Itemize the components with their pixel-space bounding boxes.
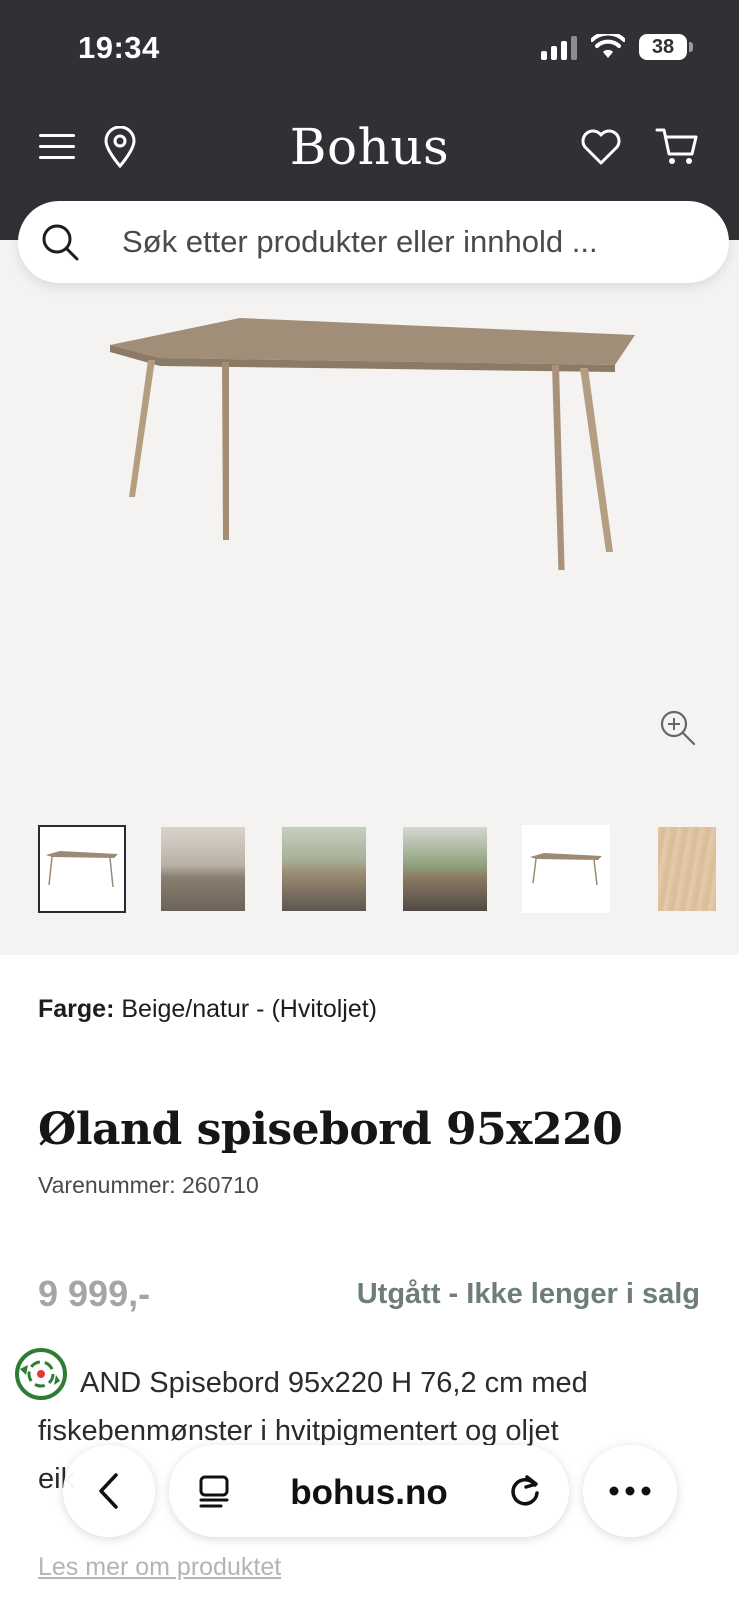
product-sku: Varenummer: 260710 <box>38 1172 259 1199</box>
thumbnail[interactable] <box>522 825 610 913</box>
more-dots-icon <box>609 1486 651 1496</box>
wifi-icon <box>591 34 625 58</box>
brand-logo[interactable]: Bohus <box>0 118 739 176</box>
thumbnail[interactable] <box>401 825 489 913</box>
product-gallery <box>0 240 739 955</box>
read-more-link[interactable]: Les mer om produktet <box>38 1553 281 1582</box>
thumbnail[interactable] <box>280 825 368 913</box>
availability-status: Utgått - Ikke lenger i salg <box>356 1278 700 1310</box>
zoom-icon[interactable] <box>658 708 698 748</box>
wishlist-button[interactable] <box>576 122 626 172</box>
main-nav: Bohus <box>0 110 739 190</box>
sku-value: 260710 <box>182 1172 259 1198</box>
thumbnail[interactable] <box>159 825 247 913</box>
thumbnail[interactable] <box>643 825 731 913</box>
cellular-signal-icon <box>541 34 577 60</box>
color-value: Beige/natur - (Hvitoljet) <box>121 995 378 1023</box>
heart-icon <box>581 129 621 165</box>
product-main-image[interactable] <box>90 310 650 570</box>
status-bar: 19:34 38 <box>0 0 739 100</box>
thumbnail-strip <box>38 825 739 917</box>
battery-level: 38 <box>651 36 675 58</box>
battery-icon: 38 <box>639 34 693 60</box>
search-input[interactable] <box>122 201 712 283</box>
color-label: Farge: <box>38 995 115 1023</box>
description-line-1: AND Spisebord 95x220 H 76,2 cm med <box>80 1367 588 1399</box>
product-price: 9 999,- <box>38 1273 151 1314</box>
browser-more-button[interactable] <box>583 1445 677 1537</box>
cart-button[interactable] <box>652 122 702 172</box>
status-time: 19:34 <box>78 30 160 65</box>
color-selection: Farge: Beige/natur - (Hvitoljet) <box>38 995 377 1024</box>
search-bar[interactable] <box>18 201 729 283</box>
reload-icon[interactable] <box>507 1471 543 1511</box>
product-title: Øland spisebord 95x220 <box>38 1104 623 1155</box>
search-icon <box>42 224 79 261</box>
description-line-2: fiskebenmønster i hvitpigmentert og olje… <box>38 1415 559 1447</box>
thumbnail[interactable] <box>38 825 126 913</box>
cart-icon <box>655 128 698 164</box>
status-indicators: 38 <box>541 34 693 60</box>
browser-address-bar[interactable]: bohus.no <box>169 1445 569 1537</box>
chevron-left-icon <box>99 1473 118 1509</box>
browser-back-button[interactable] <box>63 1445 155 1537</box>
sku-label: Varenummer: <box>38 1172 176 1198</box>
